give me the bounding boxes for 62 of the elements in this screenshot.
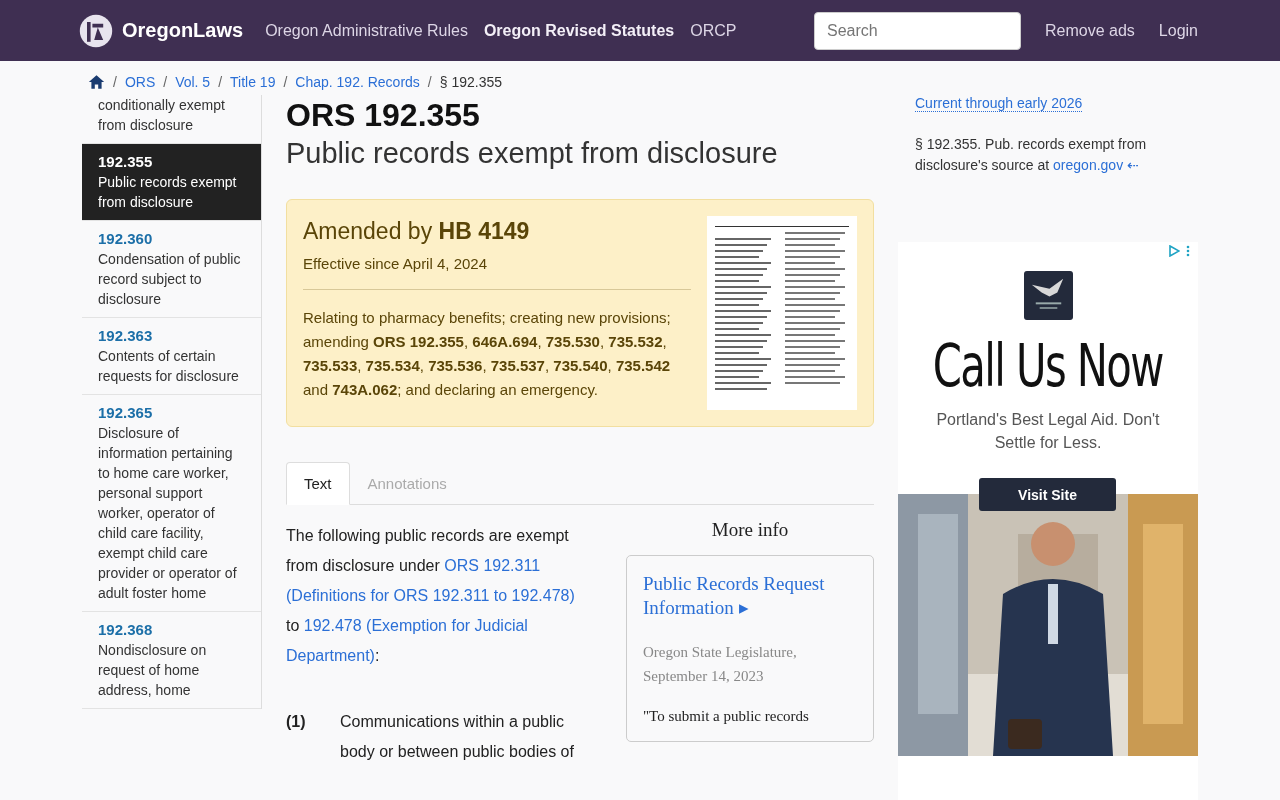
statute-link[interactable]: Department) bbox=[286, 647, 375, 664]
statute-link[interactable]: (Definitions for ORS 192.311 to 192.478) bbox=[286, 587, 575, 604]
eagle-logo-icon bbox=[1023, 271, 1073, 320]
section-number: 192.363 bbox=[98, 326, 154, 346]
sidebar-item[interactable]: 192.365 Disclosure of information pertaining to home care worker, personal support worker, operator of child care facility, exempt child care provider or operator of adult foster home bbox=[82, 395, 261, 612]
section-number: 192.365 bbox=[98, 403, 154, 423]
info-source: Oregon State Legislature, September 14, 2023 bbox=[643, 643, 798, 686]
section-title: Public records exempt from disclosure bbox=[98, 173, 238, 212]
source-link[interactable]: oregon.gov ⇠ bbox=[1053, 157, 1140, 173]
statute-number: ORS 192.355 bbox=[286, 96, 481, 135]
logo-icon[interactable] bbox=[78, 12, 114, 49]
breadcrumb-separator: / bbox=[163, 74, 168, 90]
section-number: 192.355 bbox=[98, 152, 154, 172]
amendment-description: Relating to pharmacy benefits; creating new provisions; amending ORS 192.355, 646A.694, 735.530, 735.532, 735.533, 735.534, 735.536, 735.537, 735.540, 735.542 and 743A.062; and declaring an emergency. bbox=[303, 308, 672, 400]
breadcrumb-link[interactable]: Vol. 5 bbox=[175, 74, 211, 90]
site-logo-link[interactable]: OregonLaws bbox=[122, 19, 244, 42]
nav-link[interactable]: Remove ads bbox=[1045, 21, 1135, 40]
section-number: 192.360 bbox=[98, 229, 154, 249]
effective-date: Effective since April 4, 2024 bbox=[303, 255, 488, 272]
subsection-number: (1) bbox=[286, 712, 307, 732]
section-number: 192.368 bbox=[98, 620, 154, 640]
breadcrumb-link[interactable]: Title 19 bbox=[230, 74, 276, 90]
breadcrumb-separator: / bbox=[283, 74, 288, 90]
ad-tagline: Portland's Best Legal Aid. Don't Settle for Less. bbox=[935, 410, 1161, 453]
home-icon[interactable] bbox=[88, 74, 105, 90]
section-title: Disclosure of information pertaining to home care worker, personal support worker, operator of child care facility, exempt child care provider or operator of adult foster home bbox=[98, 424, 238, 603]
statute-link[interactable]: ORS 192.311 bbox=[444, 557, 541, 574]
breadcrumb-separator: / bbox=[218, 74, 223, 90]
advertisement[interactable]: Call Us Now Portland's Best Legal Aid. Don't Settle for Less. Visit Site bbox=[898, 242, 1198, 800]
visit-site-button[interactable]: Visit Site bbox=[979, 478, 1116, 511]
currency-link[interactable]: Current through early 2026 bbox=[915, 95, 1083, 112]
nav-link[interactable]: Oregon Administrative Rules bbox=[265, 21, 468, 40]
breadcrumb-separator: / bbox=[427, 74, 432, 90]
nav-link[interactable]: ORCP bbox=[690, 21, 737, 40]
info-quote: "To submit a public records bbox=[643, 708, 810, 725]
search-field[interactable]: Search bbox=[814, 11, 1021, 50]
subsection-text: Communications within a public body or between public bodies of bbox=[340, 712, 575, 762]
statute-title: Public records exempt from disclosure bbox=[286, 136, 779, 171]
sidebar-item[interactable]: 192.363 Contents of certain requests for disclosure bbox=[82, 318, 261, 395]
breadcrumb-link[interactable]: ORS bbox=[124, 74, 156, 90]
sidebar-item[interactable]: 192.355 Public records exempt from disclosure bbox=[82, 144, 261, 221]
breadcrumb-current: § 192.355 bbox=[439, 74, 503, 90]
more-icon[interactable] bbox=[1186, 245, 1190, 257]
statute-link[interactable]: 192.478 (Exemption for Judicial bbox=[303, 617, 528, 634]
info-link[interactable]: Public Records Request Information ▸ bbox=[643, 572, 857, 620]
sidebar-item[interactable]: 192.360 Condensation of public record subject to disclosure bbox=[82, 221, 261, 318]
ad-headline: Call Us Now bbox=[932, 332, 1163, 400]
source-note: § 192.355. Pub. records exempt from disclosure's source at oregon.gov ⇠ bbox=[915, 135, 1148, 175]
tab[interactable]: Text bbox=[286, 462, 350, 505]
section-title: Nondisclosure on request of home address, home bbox=[98, 641, 208, 700]
more-info-heading: More info bbox=[710, 519, 790, 541]
sidebar-item[interactable]: 192.368 Nondisclosure on request of home address, home bbox=[82, 612, 261, 709]
section-title: conditionally exempt from disclosure bbox=[98, 96, 226, 135]
play-icon[interactable] bbox=[1168, 245, 1180, 257]
section-title: Contents of certain requests for disclosure bbox=[98, 347, 240, 386]
statute-text: The following public records are exempt from disclosure under ORS 192.311 (Definitions for ORS 192.311 to 192.478) to 192.478 (Exemption for Judicial Department): bbox=[286, 526, 576, 666]
amendment-heading: Amended by HB 4149 bbox=[303, 218, 531, 245]
breadcrumb-separator: / bbox=[113, 74, 117, 90]
nav-link[interactable]: Login bbox=[1158, 21, 1198, 40]
breadcrumb-link[interactable]: Chap. 192. Records bbox=[295, 74, 420, 90]
nav-link[interactable]: Oregon Revised Statutes bbox=[483, 21, 675, 40]
section-title: Condensation of public record subject to disclosure bbox=[98, 250, 242, 309]
